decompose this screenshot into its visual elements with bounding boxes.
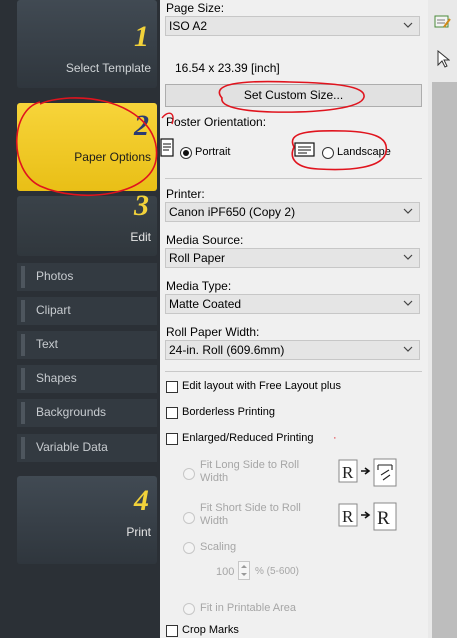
enlarged-reduced-checkbox[interactable] <box>166 433 178 445</box>
fit-short-side-label: Fit Short Side to Roll <box>200 502 301 514</box>
sub-item-backgrounds[interactable]: Backgrounds <box>17 399 157 427</box>
media-type-label: Media Type: <box>166 279 232 293</box>
media-type-select[interactable]: Matte Coated <box>165 294 420 314</box>
scaling-range: % (5-600) <box>255 566 299 577</box>
step-number: 1 <box>134 20 149 53</box>
fit-long-side-diagram-icon: R <box>338 458 397 487</box>
chevron-down-icon <box>403 300 413 306</box>
pointer-cursor-icon[interactable] <box>436 50 450 68</box>
spinner-arrows-icon <box>241 565 247 576</box>
sub-item-label: Text <box>36 337 59 351</box>
sub-item-text[interactable]: Text <box>17 331 157 359</box>
media-source-select[interactable]: Roll Paper <box>165 248 420 268</box>
landscape-radio[interactable] <box>322 147 334 159</box>
borderless-label: Borderless Printing <box>182 406 275 418</box>
sub-item-shapes[interactable]: Shapes <box>17 365 157 393</box>
scaling-spinner[interactable] <box>238 561 250 580</box>
section-divider <box>165 371 422 372</box>
printer-select[interactable]: Canon iPF650 (Copy 2) <box>165 202 420 222</box>
fit-printable-area-label: Fit in Printable Area <box>200 602 296 614</box>
scaling-value[interactable]: 100 <box>216 566 234 578</box>
svg-text:R: R <box>377 508 390 529</box>
item-marker <box>21 300 25 322</box>
scaling-radio[interactable] <box>183 542 195 554</box>
media-source-value: Roll Paper <box>169 251 226 265</box>
step-paper-options[interactable]: 2 Paper Options <box>17 103 157 191</box>
printer-label: Printer: <box>166 187 205 201</box>
sub-item-variable-data[interactable]: Variable Data <box>17 434 157 462</box>
fit-short-side-label-2: Width <box>200 515 229 527</box>
landscape-label: Landscape <box>337 146 391 158</box>
page-size-value: ISO A2 <box>169 19 208 33</box>
sub-item-label: Variable Data <box>36 440 108 454</box>
step-number: 4 <box>134 484 149 517</box>
roll-width-label: Roll Paper Width: <box>166 325 260 339</box>
landscape-page-icon <box>294 142 315 157</box>
step-edit[interactable]: 3 Edit <box>17 191 157 256</box>
printer-value: Canon iPF650 (Copy 2) <box>169 205 296 219</box>
item-marker <box>21 266 25 288</box>
item-marker <box>21 368 25 390</box>
scaling-label: Scaling <box>200 541 237 553</box>
edit-layout-icon[interactable] <box>434 14 452 30</box>
item-marker <box>21 437 25 459</box>
portrait-label: Portrait <box>195 146 231 158</box>
portrait-radio[interactable] <box>180 147 192 159</box>
fit-long-side-label: Fit Long Side to Roll <box>200 459 300 471</box>
poster-orientation-label: Poster Orientation: <box>166 115 267 129</box>
fit-printable-area-radio[interactable] <box>183 603 195 615</box>
fit-long-side-label-2: Width <box>200 472 229 484</box>
roll-width-select[interactable]: 24-in. Roll (609.6mm) <box>165 340 420 360</box>
sub-item-label: Backgrounds <box>36 405 107 419</box>
media-type-value: Matte Coated <box>169 297 242 311</box>
sub-item-label: Photos <box>36 269 74 283</box>
portrait-page-icon <box>160 138 174 157</box>
free-layout-checkbox[interactable] <box>166 381 178 393</box>
set-custom-size-label: Set Custom Size... <box>243 88 344 102</box>
chevron-down-icon <box>403 254 413 260</box>
sub-item-label: Shapes <box>36 371 77 385</box>
item-marker <box>21 402 25 424</box>
fit-short-side-radio[interactable] <box>183 512 195 524</box>
step-label: Select Template <box>65 61 151 75</box>
section-divider <box>165 178 422 179</box>
step-label: Edit <box>130 230 151 244</box>
step-number: 2 <box>134 109 149 142</box>
page-size-select[interactable]: ISO A2 <box>165 16 420 36</box>
set-custom-size-button[interactable]: Set Custom Size... <box>165 84 422 107</box>
step-print[interactable]: 4 Print <box>17 476 157 564</box>
step-select-template[interactable]: 1 Select Template <box>17 0 157 88</box>
wizard-sidebar: 1 Select Template 2 Paper Options 3 Edit… <box>0 0 160 638</box>
chevron-down-icon <box>403 208 413 214</box>
chevron-down-icon <box>403 346 413 352</box>
svg-text:R: R <box>342 507 354 526</box>
svg-text:R: R <box>342 463 354 482</box>
chevron-down-icon <box>403 22 413 28</box>
page-dimensions: 16.54 x 23.39 [inch] <box>175 61 280 75</box>
required-dot: · <box>333 432 337 444</box>
step-label: Paper Options <box>74 150 151 164</box>
sub-item-photos[interactable]: Photos <box>17 263 157 291</box>
enlarged-reduced-label: Enlarged/Reduced Printing <box>182 432 314 444</box>
crop-marks-label: Crop Marks <box>182 624 239 636</box>
paper-options-panel: Page Size: ISO A2 16.54 x 23.39 [inch] S… <box>160 0 428 638</box>
page-size-label: Page Size: <box>166 1 225 15</box>
free-layout-label: Edit layout with Free Layout plus <box>182 380 341 392</box>
roll-width-value: 24-in. Roll (609.6mm) <box>169 343 285 357</box>
canvas-edge <box>432 82 457 638</box>
borderless-checkbox[interactable] <box>166 407 178 419</box>
sub-item-clipart[interactable]: Clipart <box>17 297 157 325</box>
fit-long-side-radio[interactable] <box>183 468 195 480</box>
sub-item-label: Clipart <box>36 303 71 317</box>
item-marker <box>21 334 25 356</box>
step-number: 3 <box>134 189 149 222</box>
fit-short-side-diagram-icon: R R <box>338 502 397 531</box>
crop-marks-checkbox[interactable] <box>166 625 178 637</box>
right-toolbar <box>428 0 457 638</box>
step-label: Print <box>126 525 151 539</box>
media-source-label: Media Source: <box>166 233 244 247</box>
